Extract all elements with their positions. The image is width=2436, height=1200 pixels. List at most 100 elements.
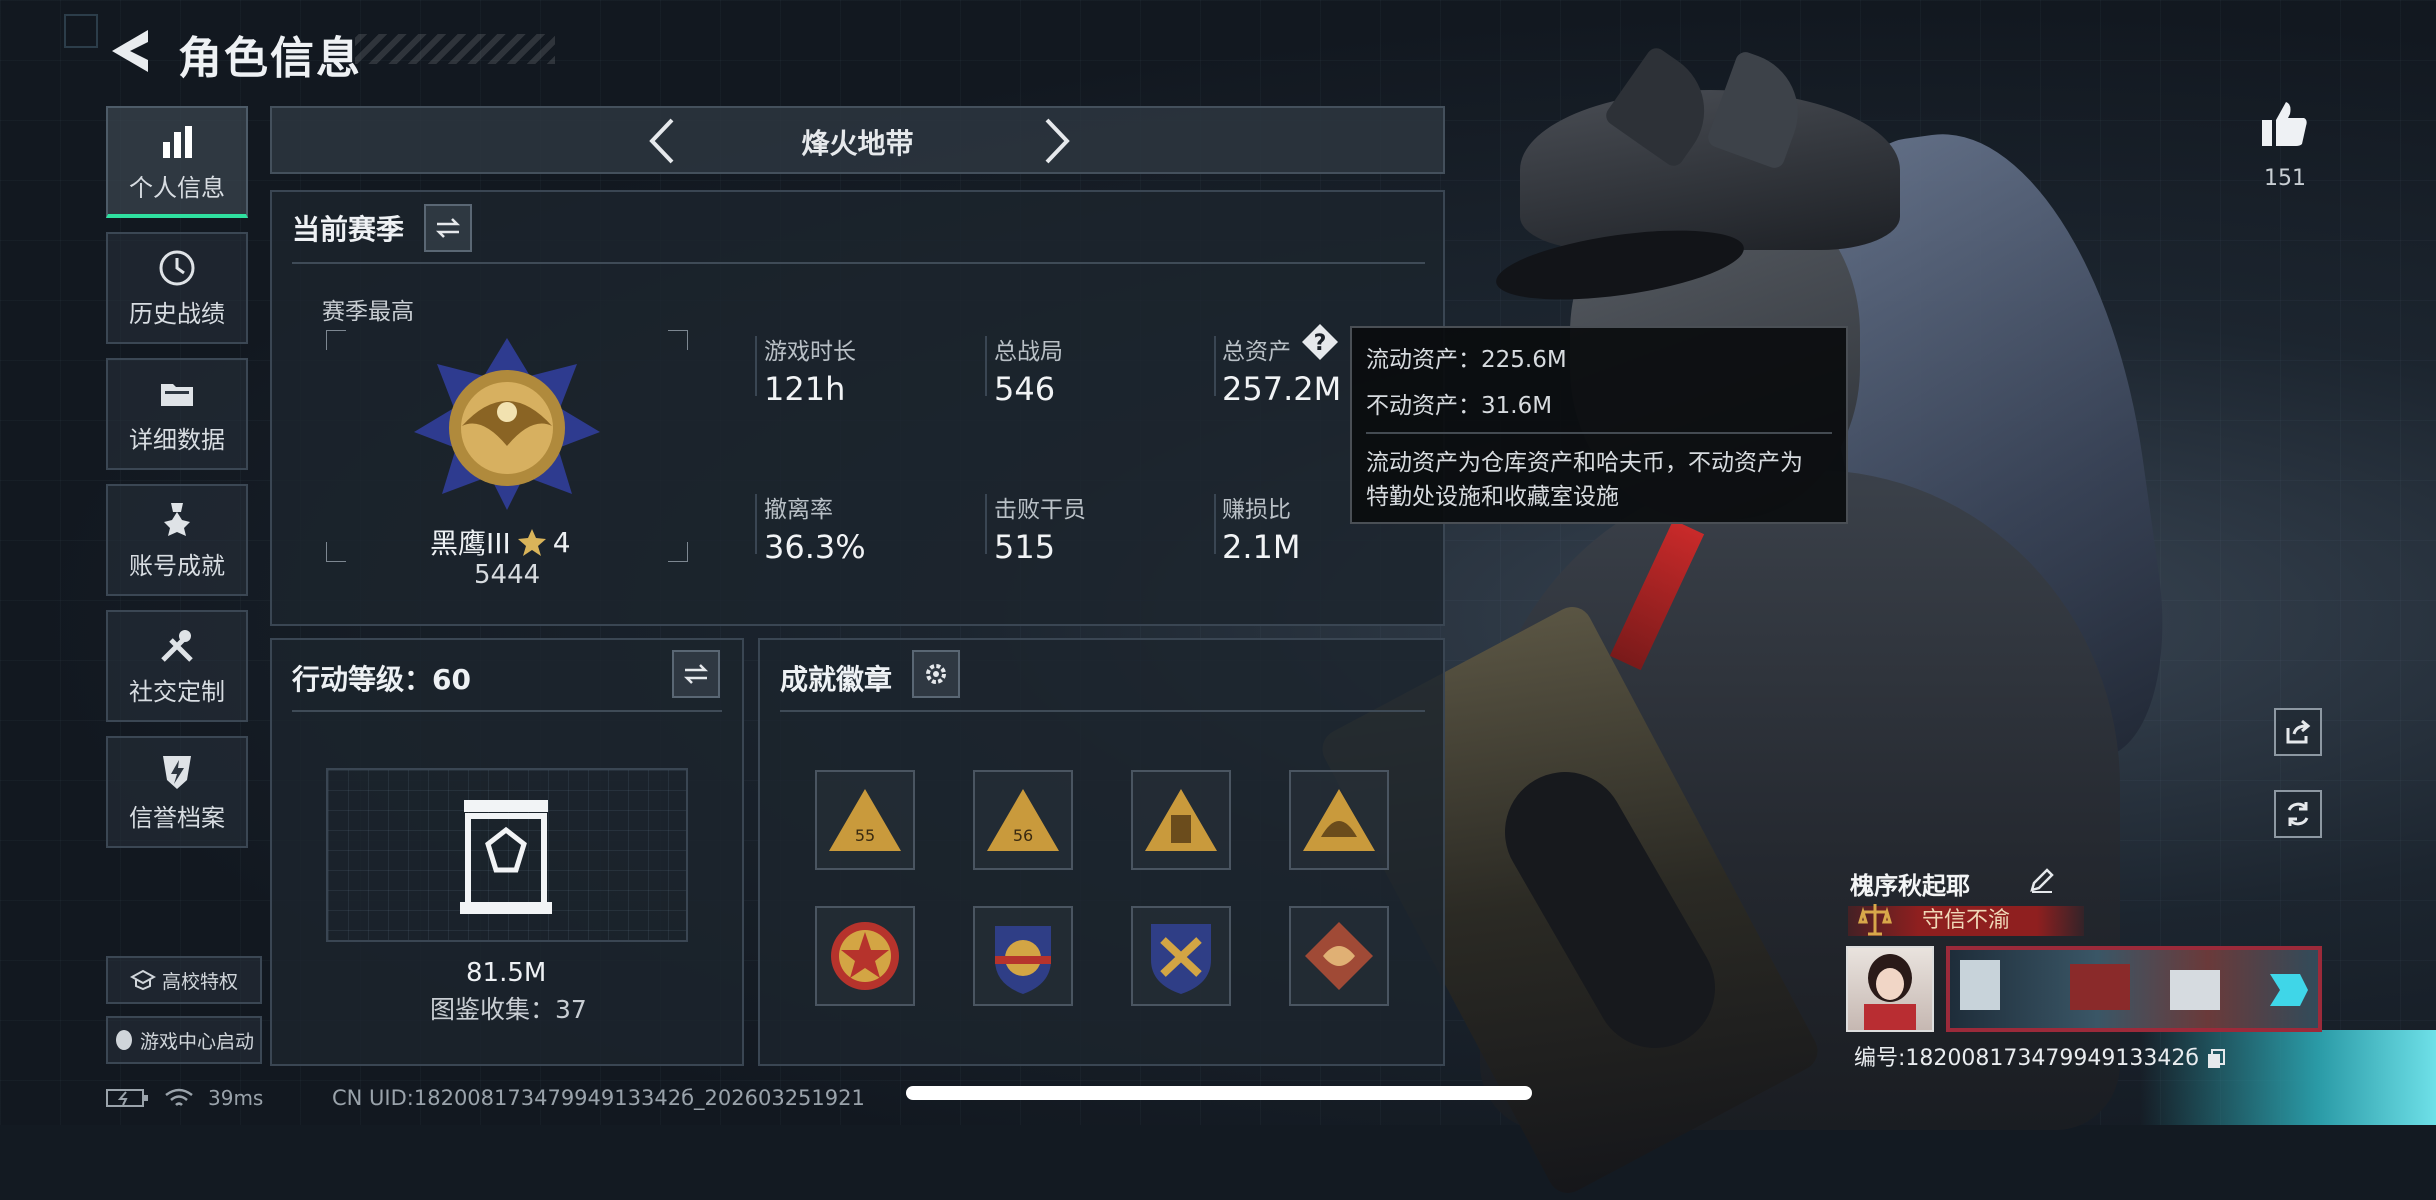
divider [292,710,722,712]
share-button[interactable] [2274,708,2322,756]
stat-separator [755,336,757,396]
sidebar-item-label: 个人信息 [129,174,225,202]
stat-label-total-matches: 总战局 [994,339,1063,365]
achievements-settings-button[interactable] [912,650,960,698]
rank-name-row: 黑鹰III 4 [430,522,571,562]
stat-label-operators-defeated: 击败干员 [994,497,1086,523]
badge-number: 56 [1013,826,1033,845]
swap-arrows-icon [683,664,709,684]
stat-value-total-matches: 546 [994,370,1056,408]
reputation-shield-icon [163,756,191,789]
star-icon [517,529,546,556]
badge-number: 55 [855,826,875,845]
home-indicator[interactable] [906,1086,1532,1100]
badge-triangle-icon: 55 [829,789,901,851]
history-clock-icon [159,250,195,286]
sidebar-item-social[interactable]: 社交定制 [106,610,248,722]
rank-stars: 4 [552,525,571,559]
sidebar-item-label: 账号成就 [129,552,225,580]
corner-decoration [64,14,98,48]
achievement-badge[interactable]: 55 [815,770,915,870]
campus-privilege-label: 高校特权 [161,970,238,993]
badge-tower-icon [1145,789,1217,851]
tools-icon [161,630,193,662]
tooltip-divider [1366,432,1832,434]
action-level-switch-button[interactable] [672,650,720,698]
collection-value: 81.5M [466,958,547,988]
refresh-icon [2287,802,2309,826]
bar-chart-icon [163,126,192,158]
sidebar-item-detailed-data[interactable]: 详细数据 [106,358,248,470]
stat-value-total-assets: 257.2M [1222,370,1342,408]
campus-privilege-button[interactable]: 高校特权 [106,956,262,1004]
stat-value-extraction-rate: 36.3% [764,528,866,566]
swap-arrows-icon [435,218,461,238]
sidebar-item-achievements[interactable]: 账号成就 [106,484,248,596]
season-switch-button[interactable] [424,204,472,252]
scene-card-art [1960,960,2308,1010]
stat-value-profit-ratio: 2.1M [1222,528,1301,566]
sidebar-item-label: 历史战绩 [129,300,225,328]
tooltip-fixed-assets: 不动资产：31.6M [1366,393,1553,419]
title-stripes [355,34,555,64]
achievement-badge[interactable] [1289,906,1389,1006]
battery-icon [106,1089,148,1107]
achievement-badge[interactable] [1131,906,1231,1006]
badge-anchor-icon [1151,924,1211,994]
back-arrow-icon[interactable] [108,26,152,76]
thumbs-up-icon[interactable] [2258,98,2310,150]
collection-case-icon[interactable] [456,796,556,916]
sidebar-item-history[interactable]: 历史战绩 [106,232,248,344]
stat-separator [1214,336,1216,396]
gear-icon [926,664,946,684]
season-section-title: 当前赛季 [292,213,405,246]
badge-shield-stars-icon [995,926,1051,994]
mode-selector: 烽火地带 [270,106,1445,174]
achievement-badge[interactable] [1131,770,1231,870]
season-best-label: 赛季最高 [322,299,414,325]
achievement-badge[interactable] [973,906,1073,1006]
next-mode-arrow-icon[interactable] [1037,116,1077,166]
rank-eagle-icon [414,338,600,510]
stat-separator [1214,494,1216,554]
stat-label-profit-ratio: 赚损比 [1222,497,1291,523]
achievement-badge[interactable]: 56 [973,770,1073,870]
ping-value: 39ms [208,1086,264,1110]
player-avatar[interactable] [1846,946,1934,1032]
player-uid: 编号:18200817347994913342б [1854,1040,2226,1072]
stat-label-playtime: 游戏时长 [764,339,856,365]
collection-count: 图鉴收集：37 [430,995,587,1024]
stat-separator [985,494,987,554]
badge-dragon-icon [1305,922,1373,990]
sidebar-item-personal-info[interactable]: 个人信息 [106,106,248,218]
game-center-icon [115,1030,132,1050]
folder-icon [161,384,193,406]
stat-label-extraction-rate: 撤离率 [764,497,833,523]
sidebar-item-reputation[interactable]: 信誉档案 [106,736,248,848]
refresh-button[interactable] [2274,790,2322,838]
wifi-icon [165,1088,193,1106]
player-name: 槐序秋起耶 [1850,872,1970,900]
action-level-title: 行动等级：60 [292,663,471,696]
share-icon [2286,719,2311,744]
tooltip-liquid-assets: 流动资产：225.6M [1366,347,1567,373]
game-center-button[interactable]: 游戏中心启动 [106,1016,262,1064]
character-cap [1520,90,1900,250]
divider [780,710,1425,712]
player-scene-card[interactable] [1946,946,2322,1032]
achievement-badge[interactable] [815,906,915,1006]
achievement-badge[interactable] [1289,770,1389,870]
achievement-medal-icon [164,503,190,536]
stat-label-total-assets: 总资产 [1222,339,1291,365]
help-question-icon[interactable]: ? [1300,322,1340,362]
stat-separator [755,494,757,554]
tooltip-description-line2: 特勤处设施和收藏室设施 [1366,484,1619,510]
edit-pen-icon[interactable] [2028,866,2056,894]
stat-separator [985,336,987,396]
copy-icon[interactable] [2206,1048,2226,1070]
page-title: 角色信息 [178,33,362,84]
badge-helmet-icon [1303,789,1375,851]
campus-icon [129,969,156,991]
footer-uid: CN UID:18200817347994913342б_20260325192… [332,1086,865,1110]
stat-value-playtime: 121h [764,370,846,408]
